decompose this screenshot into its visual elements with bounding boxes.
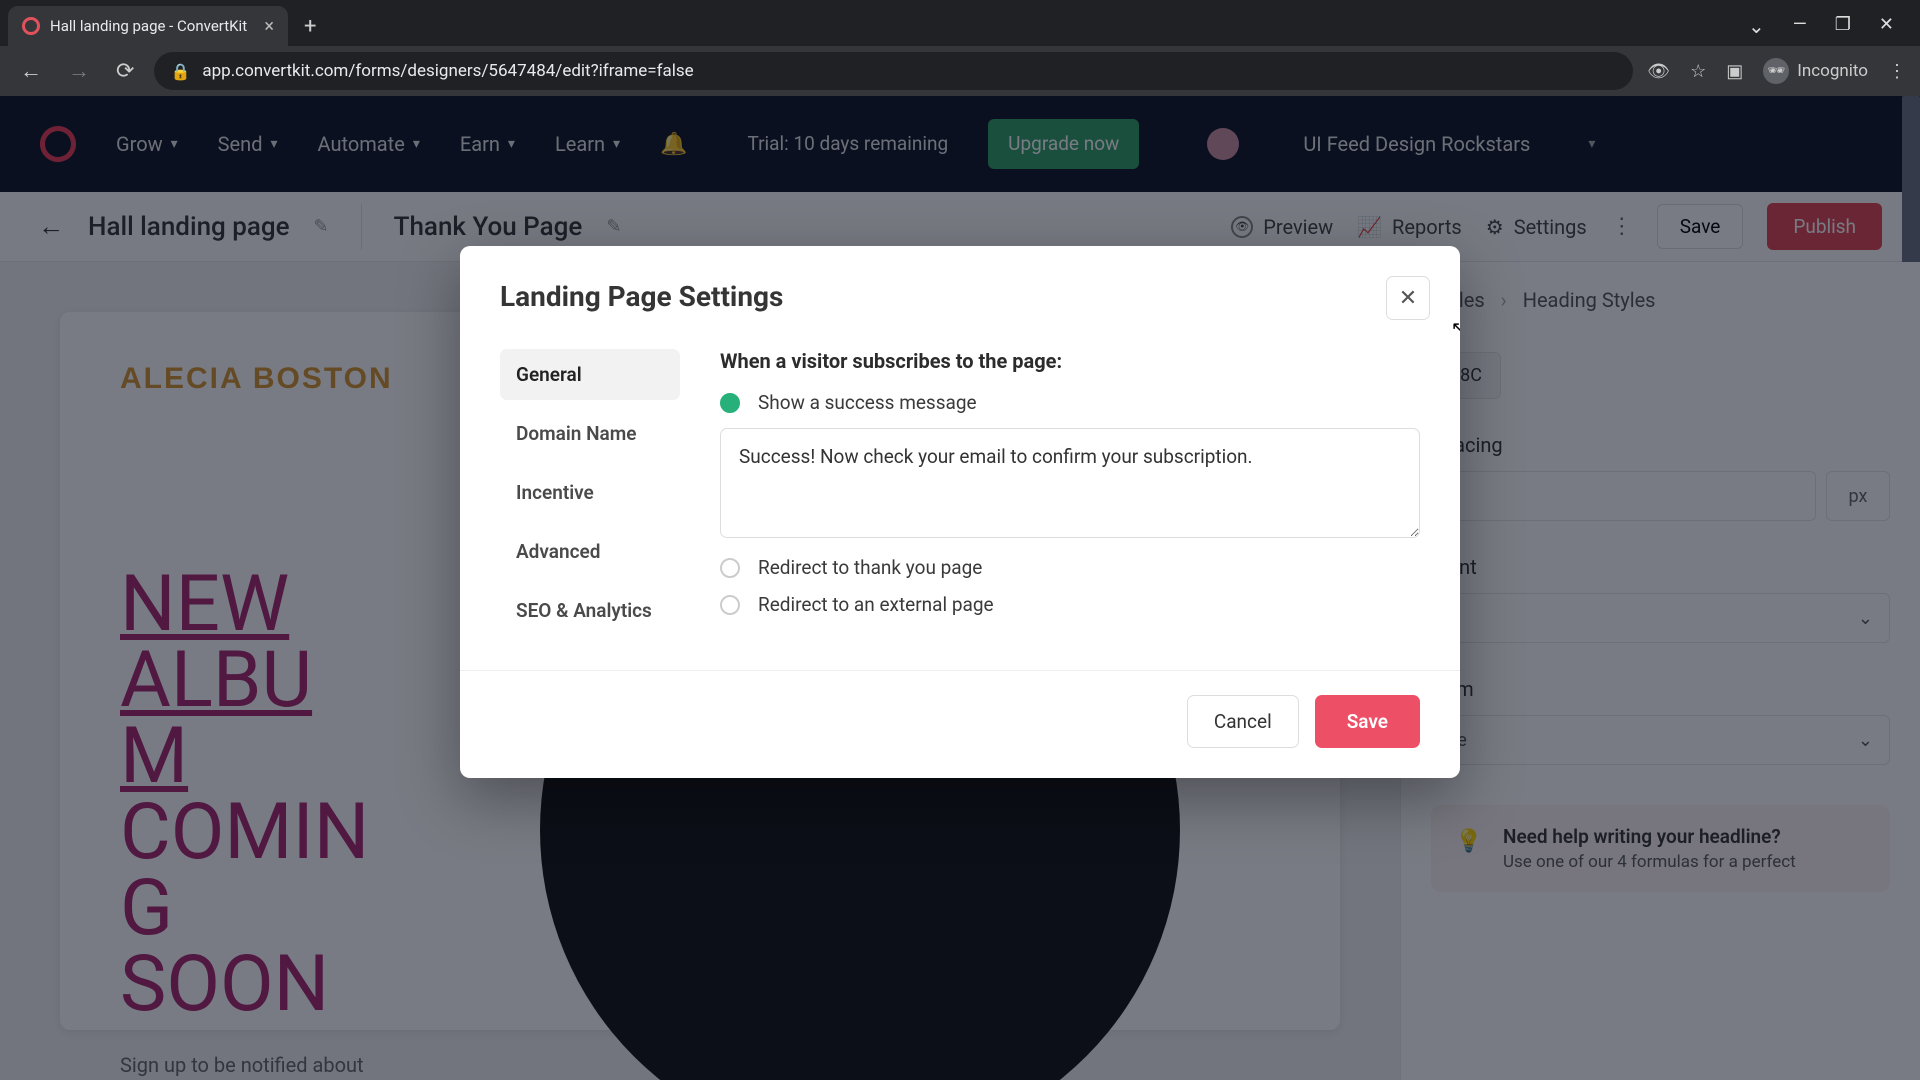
settings-tabs: General Domain Name Incentive Advanced S… bbox=[500, 349, 680, 636]
tab-incentive[interactable]: Incentive bbox=[500, 467, 680, 518]
incognito-icon: 🕶 bbox=[1763, 58, 1789, 84]
back-icon[interactable]: ← bbox=[14, 54, 48, 88]
new-tab-button[interactable]: + bbox=[294, 8, 326, 45]
tab-seo-analytics[interactable]: SEO & Analytics bbox=[500, 585, 680, 636]
incognito-indicator[interactable]: 🕶 Incognito bbox=[1763, 58, 1868, 84]
lock-icon: 🔒 bbox=[170, 62, 190, 81]
forward-icon[interactable]: → bbox=[62, 54, 96, 88]
settings-heading: When a visitor subscribes to the page: bbox=[720, 349, 1420, 373]
radio-unselected-icon bbox=[720, 595, 740, 615]
star-icon[interactable]: ☆ bbox=[1690, 61, 1706, 82]
tab-domain-name[interactable]: Domain Name bbox=[500, 408, 680, 459]
settings-modal: ↖ ✕ Landing Page Settings General Domain… bbox=[460, 246, 1460, 778]
save-settings-button[interactable]: Save bbox=[1315, 695, 1420, 748]
tab-advanced[interactable]: Advanced bbox=[500, 526, 680, 577]
url-field[interactable]: 🔒 app.convertkit.com/forms/designers/564… bbox=[154, 52, 1633, 90]
close-tab-icon[interactable]: × bbox=[264, 16, 274, 37]
radio-unselected-icon bbox=[720, 558, 740, 578]
close-window-icon[interactable]: ✕ bbox=[1879, 14, 1894, 38]
success-message-textarea[interactable] bbox=[720, 428, 1420, 538]
modal-overlay[interactable]: ↖ ✕ Landing Page Settings General Domain… bbox=[0, 96, 1920, 1080]
tab-general[interactable]: General bbox=[500, 349, 680, 400]
option-success-message[interactable]: Show a success message bbox=[720, 391, 1420, 414]
eye-off-icon[interactable]: 👁 bbox=[1647, 61, 1670, 82]
modal-title: Landing Page Settings bbox=[500, 280, 1420, 313]
browser-tab[interactable]: Hall landing page - ConvertKit × bbox=[8, 6, 288, 46]
option-redirect-external[interactable]: Redirect to an external page bbox=[720, 593, 1420, 616]
panel-icon[interactable]: ▣ bbox=[1726, 61, 1743, 82]
favicon-icon bbox=[22, 17, 40, 35]
maximize-icon[interactable]: ❐ bbox=[1835, 14, 1851, 38]
tabs-chevron-icon[interactable]: ⌄ bbox=[1748, 14, 1765, 38]
cursor-icon: ↖ bbox=[1451, 318, 1460, 339]
kebab-menu-icon[interactable]: ⋮ bbox=[1888, 61, 1906, 82]
tab-strip: Hall landing page - ConvertKit × + ⌄ ― ❐… bbox=[0, 0, 1920, 46]
window-controls: ⌄ ― ❐ ✕ bbox=[1748, 14, 1912, 38]
radio-selected-icon bbox=[720, 393, 740, 413]
address-bar: ← → ⟳ 🔒 app.convertkit.com/forms/designe… bbox=[0, 46, 1920, 96]
cancel-button[interactable]: Cancel bbox=[1187, 695, 1299, 748]
close-modal-button[interactable]: ✕ bbox=[1386, 276, 1430, 320]
url-text: app.convertkit.com/forms/designers/56474… bbox=[202, 61, 693, 81]
minimize-icon[interactable]: ― bbox=[1793, 14, 1807, 38]
reload-icon[interactable]: ⟳ bbox=[110, 55, 140, 88]
option-redirect-thankyou[interactable]: Redirect to thank you page bbox=[720, 556, 1420, 579]
incognito-label: Incognito bbox=[1797, 61, 1868, 81]
tab-title: Hall landing page - ConvertKit bbox=[50, 17, 254, 35]
